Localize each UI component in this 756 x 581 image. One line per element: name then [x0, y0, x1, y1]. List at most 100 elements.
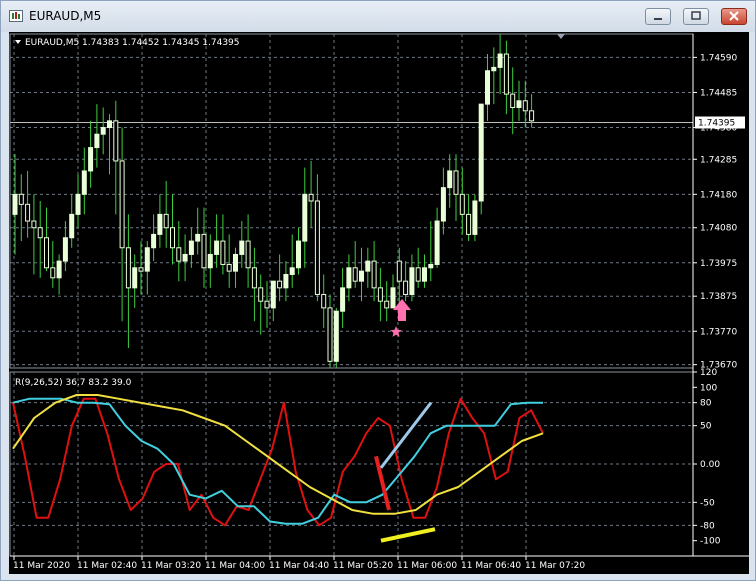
chart-area[interactable]: 1.74590 1.74485 1.74380 1.74285 1.74180 1.740…	[9, 32, 749, 574]
candle-body	[308, 193, 314, 202]
candle-body	[81, 170, 87, 195]
candle-body	[516, 100, 522, 108]
candle-body	[340, 287, 346, 312]
price-label: 1.74285	[700, 155, 737, 165]
candle-body	[182, 253, 188, 262]
restore-button[interactable]	[683, 8, 709, 25]
indicator-label: 120	[700, 368, 717, 378]
minimize-button[interactable]	[645, 8, 671, 25]
candle-body	[125, 247, 131, 289]
restore-icon	[691, 11, 701, 20]
annotation-yellow-line[interactable]	[380, 527, 436, 543]
close-button[interactable]	[721, 8, 747, 25]
candle-body	[352, 267, 358, 282]
candle-body	[251, 267, 257, 289]
chart-shift-marker-icon[interactable]	[557, 34, 565, 39]
candle-body	[440, 187, 446, 222]
candle-body	[220, 240, 226, 265]
candle-body	[88, 147, 94, 172]
candle-body	[94, 133, 100, 149]
candle-body	[12, 193, 18, 215]
candle-body	[270, 280, 276, 309]
current-price-label: 1.74395	[698, 119, 735, 129]
indicator-label: 100	[700, 383, 717, 393]
candle-body	[321, 294, 327, 309]
candle-body	[195, 233, 201, 242]
candle-body	[497, 53, 503, 68]
candle-body	[390, 287, 396, 309]
price-label: 1.74590	[700, 53, 737, 63]
candle-body	[428, 263, 434, 269]
candle-body	[447, 170, 453, 189]
candle-body	[485, 70, 490, 105]
candle-body	[503, 53, 509, 95]
window-title: EURAUD,M5	[29, 9, 102, 23]
price-label: 1.73770	[700, 327, 737, 337]
candle-body	[226, 263, 232, 272]
candle-body	[201, 233, 207, 269]
indicator-label: -50	[700, 498, 715, 508]
candle-body	[25, 203, 31, 222]
time-label: 11 Mar 02:40	[77, 561, 137, 571]
time-axis: 11 Mar 2020 11 Mar 02:40 11 Mar 03:20 11 Ma…	[13, 556, 585, 571]
minimize-icon	[654, 18, 662, 20]
time-label: 11 Mar 06:40	[461, 561, 521, 571]
signal-star-icon[interactable]	[390, 326, 402, 337]
annotation-blue-line[interactable]	[379, 401, 433, 469]
candle-body	[258, 287, 264, 302]
candle-body	[207, 253, 213, 269]
candle-body	[478, 103, 484, 202]
indicator-line-2	[12, 394, 544, 515]
candle-body	[333, 310, 339, 362]
time-label: 11 Mar 07:20	[525, 561, 585, 571]
time-label: 11 Mar 04:00	[205, 561, 265, 571]
price-axis: 1.745901.744851.743801.742851.741801.740…	[693, 53, 745, 371]
candle-body	[283, 273, 289, 289]
candle-body	[151, 233, 157, 249]
candlestick-series	[12, 34, 535, 368]
candle-body	[113, 120, 119, 162]
indicator-line-1	[12, 397, 543, 525]
candle-body	[264, 300, 270, 309]
indicator-lines	[12, 394, 544, 527]
candle-body	[371, 260, 377, 289]
candle-body	[233, 253, 238, 272]
chart-canvas[interactable]: 1.745901.744851.743801.742851.741801.740…	[9, 32, 749, 574]
candle-body	[107, 120, 112, 129]
candle-body	[459, 193, 465, 215]
candle-body	[245, 240, 251, 269]
candle-body	[453, 170, 459, 195]
terminal-chart-window: EURAUD,M5 1.74590 1.74485 1.74380 1.74285 1.…	[0, 0, 756, 581]
chart-grid	[10, 34, 693, 556]
candle-body	[170, 227, 175, 249]
main-panel-frame	[9, 33, 694, 369]
candle-body	[302, 193, 308, 242]
candle-body	[138, 267, 144, 272]
candle-body	[491, 66, 497, 72]
candle-body	[119, 160, 125, 249]
candle-body	[18, 193, 24, 205]
close-icon	[729, 11, 739, 21]
price-label: 1.74080	[700, 224, 737, 234]
chart-menu-triangle-icon[interactable]	[15, 40, 21, 44]
candle-body	[422, 267, 427, 282]
price-label: 1.73975	[700, 259, 737, 269]
candle-body	[327, 307, 333, 362]
candle-body	[37, 227, 43, 239]
candle-body	[409, 267, 415, 296]
indicator-label: 0.00	[700, 460, 720, 470]
candle-body	[384, 300, 390, 309]
time-label: 11 Mar 04:40	[269, 561, 329, 571]
candle-body	[346, 267, 352, 289]
candle-body	[239, 240, 245, 255]
candle-body	[100, 127, 106, 135]
buy-arrow-icon[interactable]	[393, 299, 411, 321]
candle-body	[163, 213, 169, 229]
chart-window-icon	[9, 10, 23, 22]
candle-body	[510, 93, 516, 108]
candle-body	[188, 240, 194, 255]
indicator-axis: 120 100 80 50 0.00 -50 -80 -100	[693, 368, 721, 547]
title-bar[interactable]: EURAUD,M5	[1, 1, 755, 32]
time-label: 11 Mar 03:20	[141, 561, 201, 571]
indicator-header: R(9,26,52) 36.7 83.2 39.0	[15, 378, 132, 388]
